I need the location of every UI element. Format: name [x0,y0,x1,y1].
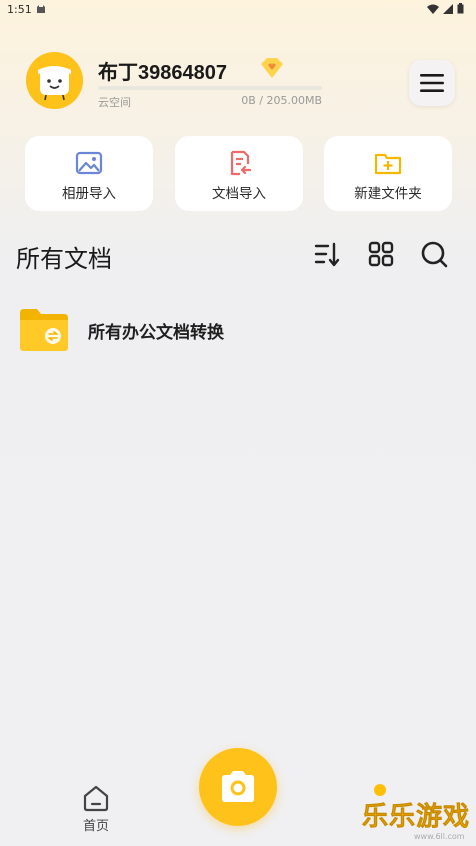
home-icon [83,785,109,812]
vip-heart-icon[interactable] [259,56,285,80]
app-notification-icon [37,5,45,13]
bottom-nav: 首页 乐乐游戏 www.6ll.com [0,748,476,846]
storage-label: 云空间 [98,96,131,109]
grid-view-icon[interactable] [367,240,395,268]
status-time: 1:51 [7,3,32,16]
avatar[interactable] [26,52,83,109]
folder-icon [20,309,68,351]
storage-usage: 0B / 205.00MB [241,94,322,107]
search-icon[interactable] [420,240,448,268]
wifi-icon [427,4,439,14]
document-import-icon [230,150,252,176]
menu-button[interactable] [409,60,455,106]
image-icon [75,151,103,175]
signal-icon [443,3,453,14]
watermark-url: www.6ll.com [414,832,465,841]
action-label: 相册导入 [62,186,116,202]
new-folder-icon [374,153,402,175]
camera-icon [222,771,254,802]
profile-header: 布丁39864807 云空间 0B / 205.00MB [26,52,456,112]
hamburger-menu-icon [420,74,444,92]
battery-icon [457,3,464,14]
camera-button[interactable] [199,748,277,826]
pudding-mascot-icon [38,66,71,101]
nav-home[interactable]: 首页 [70,784,122,840]
nav-home-label: 首页 [82,819,109,834]
folder-name: 所有办公文档转换 [88,323,224,343]
quick-actions: 相册导入 文档导入 新建文件夹 [25,136,454,211]
new-folder-button[interactable]: 新建文件夹 [324,136,452,211]
storage-progress-bar [98,86,322,90]
status-indicators [427,3,464,14]
list-item[interactable]: 所有办公文档转换 [20,306,460,352]
username: 布丁39864807 [98,62,227,84]
watermark: 乐乐游戏 www.6ll.com [356,782,474,846]
document-import-button[interactable]: 文档导入 [175,136,303,211]
watermark-mascot-icon [374,784,386,796]
action-label: 文档导入 [212,186,266,202]
sort-icon[interactable] [313,240,341,268]
watermark-text: 乐乐游戏 [362,802,471,833]
status-bar: 1:51 [0,0,476,20]
section-title: 所有文档 [16,245,112,273]
album-import-button[interactable]: 相册导入 [25,136,153,211]
action-label: 新建文件夹 [354,186,422,202]
